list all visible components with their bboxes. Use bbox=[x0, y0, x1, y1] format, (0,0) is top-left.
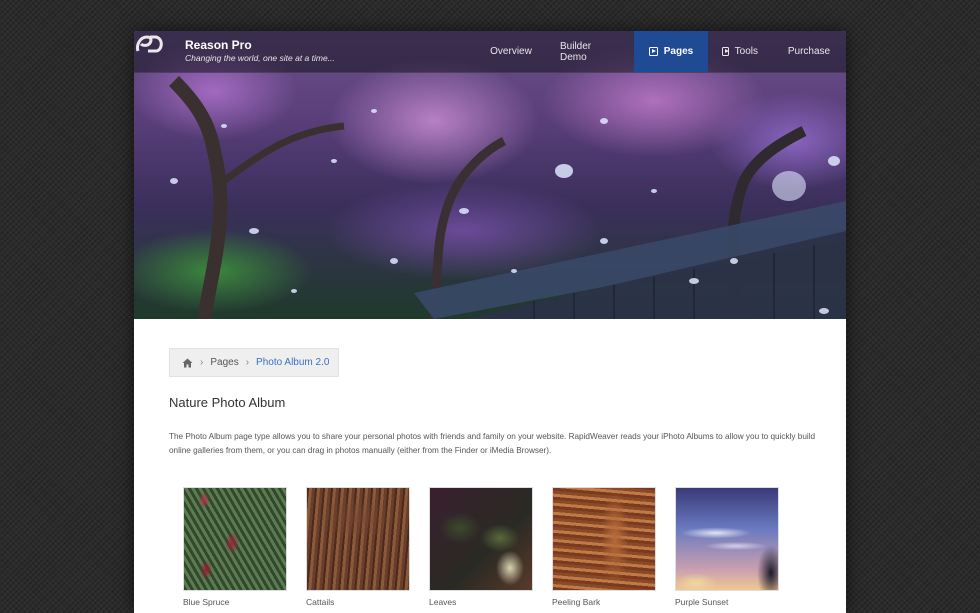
nav-item-tools[interactable]: Tools bbox=[708, 31, 772, 72]
nav-item-builder-demo[interactable]: Builder Demo bbox=[546, 31, 634, 72]
hero-banner-image: Reason Pro Changing the world, one site … bbox=[134, 31, 846, 319]
site-title[interactable]: Reason Pro bbox=[185, 38, 252, 52]
nav-label: Overview bbox=[490, 46, 532, 57]
photo-thumbnail[interactable] bbox=[183, 487, 287, 591]
photo-thumbnail[interactable] bbox=[675, 487, 779, 591]
site-container: Reason Pro Changing the world, one site … bbox=[134, 31, 846, 613]
breadcrumb-item-pages[interactable]: Pages bbox=[210, 357, 238, 368]
nav-item-purchase[interactable]: Purchase bbox=[772, 31, 846, 72]
gallery-item[interactable]: Blue Spruce bbox=[183, 487, 287, 607]
hero-scenery bbox=[169, 76, 846, 319]
photo-caption: Blue Spruce bbox=[183, 597, 230, 607]
photo-caption: Cattails bbox=[306, 597, 335, 607]
photo-thumbnail[interactable] bbox=[429, 487, 533, 591]
chevron-right-icon: › bbox=[245, 357, 250, 368]
play-box-icon bbox=[648, 47, 658, 56]
reason-logo-icon[interactable] bbox=[134, 31, 166, 55]
nav-item-overview[interactable]: Overview bbox=[476, 31, 546, 72]
play-box-icon bbox=[722, 47, 729, 56]
gallery-item[interactable]: Purple Sunset bbox=[675, 487, 779, 607]
top-navbar: Reason Pro Changing the world, one site … bbox=[134, 31, 846, 73]
nav-label: Tools bbox=[734, 46, 758, 57]
gallery-item[interactable]: Peeling Bark bbox=[552, 487, 656, 607]
page-title: Nature Photo Album bbox=[169, 395, 286, 410]
site-tagline: Changing the world, one site at a time..… bbox=[185, 53, 335, 63]
nav-item-pages[interactable]: Pages bbox=[634, 31, 708, 72]
nav-label: Purchase bbox=[787, 46, 831, 57]
breadcrumb-item-current[interactable]: Photo Album 2.0 bbox=[256, 357, 329, 368]
photo-caption: Peeling Bark bbox=[552, 597, 601, 607]
nav-label: Pages bbox=[663, 46, 694, 57]
page-intro: The Photo Album page type allows you to … bbox=[169, 432, 816, 455]
chevron-right-icon: › bbox=[200, 357, 204, 368]
gallery-item[interactable]: Cattails bbox=[306, 487, 410, 607]
home-icon[interactable] bbox=[182, 358, 193, 368]
breadcrumb: › Pages › Photo Album 2.0 bbox=[169, 348, 339, 377]
photo-caption: Leaves bbox=[429, 597, 457, 607]
main-nav: Overview Builder Demo Pages Tools Purcha… bbox=[476, 31, 846, 72]
photo-caption: Purple Sunset bbox=[675, 597, 729, 607]
nav-label: Builder Demo bbox=[560, 40, 592, 63]
photo-gallery: Blue Spruce Cattails Leaves Peeling Bark… bbox=[183, 487, 779, 607]
photo-thumbnail[interactable] bbox=[306, 487, 410, 591]
photo-thumbnail[interactable] bbox=[552, 487, 656, 591]
gallery-item[interactable]: Leaves bbox=[429, 487, 533, 607]
